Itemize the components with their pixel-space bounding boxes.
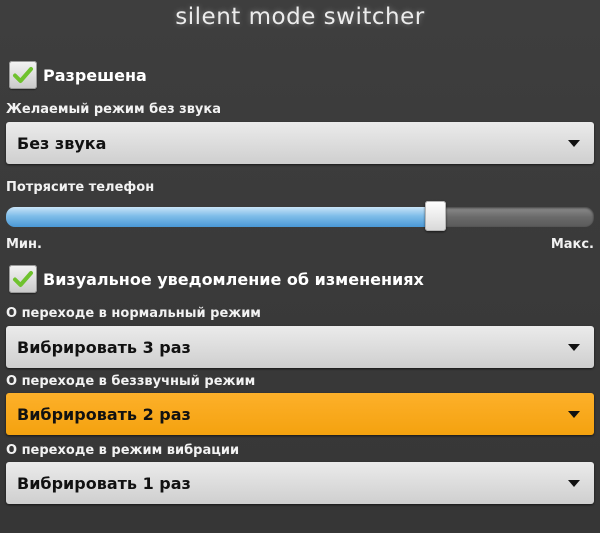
chevron-down-icon: [568, 479, 580, 487]
slider-min-label: Мин.: [6, 237, 42, 252]
shake-slider-fill: [6, 207, 436, 227]
app-title: silent mode switcher: [175, 4, 425, 30]
to-normal-value: Вибрировать 3 раз: [17, 337, 191, 357]
silent-mode-label: Желаемый режим без звука: [6, 102, 222, 117]
to-normal-dropdown[interactable]: Вибрировать 3 раз: [6, 326, 594, 368]
to-vibrate-dropdown[interactable]: Вибрировать 1 раз: [6, 462, 594, 504]
chevron-down-icon: [568, 139, 580, 147]
checkmark-icon: [13, 271, 33, 287]
visual-notify-checkbox-row[interactable]: Визуальное уведомление об изменениях: [9, 262, 424, 296]
slider-max-label: Макс.: [550, 237, 594, 252]
enabled-checkbox-row[interactable]: Разрешена: [9, 58, 147, 92]
to-normal-label: О переходе в нормальный режим: [6, 306, 261, 321]
silent-mode-value: Без звука: [17, 133, 107, 153]
visual-notify-checkbox[interactable]: [9, 265, 37, 293]
to-silent-value: Вибрировать 2 раз: [17, 404, 191, 424]
to-silent-dropdown[interactable]: Вибрировать 2 раз: [6, 393, 594, 435]
chevron-down-icon: [568, 410, 580, 418]
visual-notify-label: Визуальное уведомление об изменениях: [43, 269, 424, 289]
shake-label: Потрясите телефон: [6, 180, 155, 195]
shake-slider-track[interactable]: [6, 207, 594, 227]
enabled-checkbox[interactable]: [9, 61, 37, 89]
silent-mode-dropdown[interactable]: Без звука: [6, 122, 594, 164]
checkmark-icon: [13, 67, 33, 83]
to-vibrate-label: О переходе в режим вибрации: [6, 443, 240, 458]
shake-slider-thumb[interactable]: [424, 201, 446, 231]
enabled-label: Разрешена: [43, 65, 147, 85]
to-vibrate-value: Вибрировать 1 раз: [17, 473, 191, 493]
chevron-down-icon: [568, 343, 580, 351]
to-silent-label: О переходе в беззвучный режим: [6, 374, 256, 389]
